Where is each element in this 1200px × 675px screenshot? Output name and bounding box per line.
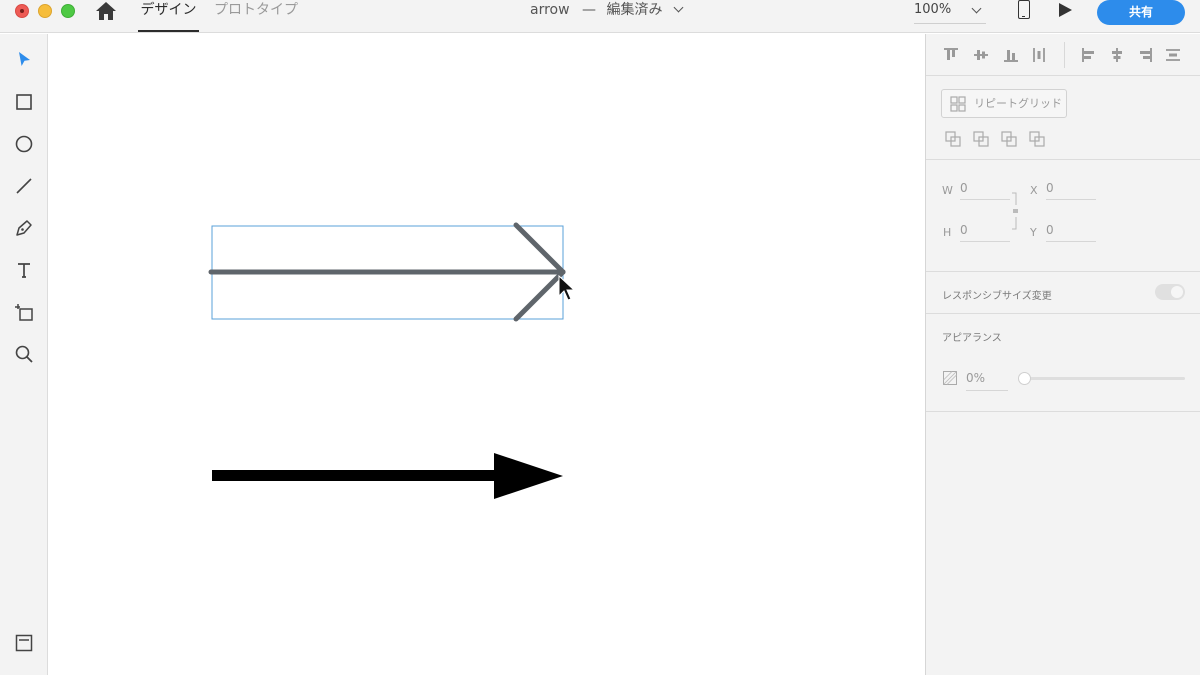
height-input[interactable]: 0 bbox=[960, 220, 1010, 242]
repeat-grid-icon bbox=[950, 96, 966, 112]
window-close-button[interactable] bbox=[15, 4, 29, 18]
boolean-add-icon[interactable] bbox=[944, 130, 962, 148]
home-icon[interactable] bbox=[95, 1, 117, 21]
canvas-artwork bbox=[208, 222, 576, 499]
rectangle-tool[interactable] bbox=[12, 90, 36, 114]
layers-icon bbox=[15, 634, 33, 652]
opacity-slider-thumb[interactable] bbox=[1017, 372, 1031, 385]
lock-aspect-icon[interactable] bbox=[1011, 191, 1019, 231]
responsive-resize-label: レスポンシブサイズ変更 bbox=[942, 291, 1052, 302]
width-label: W bbox=[942, 184, 953, 197]
document-status: 編集済み bbox=[606, 2, 663, 18]
filled-arrow[interactable] bbox=[212, 453, 563, 499]
pen-tool[interactable] bbox=[12, 216, 36, 240]
play-icon[interactable] bbox=[1059, 3, 1072, 17]
align-right-icon[interactable] bbox=[1136, 46, 1154, 64]
text-tool[interactable] bbox=[12, 258, 36, 282]
alignment-section bbox=[926, 34, 1200, 76]
toolbar-divider bbox=[1064, 42, 1065, 68]
x-input[interactable]: 0 bbox=[1046, 178, 1096, 200]
chevron-down-icon bbox=[673, 2, 684, 13]
select-arrow-icon bbox=[19, 52, 30, 66]
artboard-icon bbox=[15, 304, 33, 321]
tool-bar bbox=[0, 34, 48, 675]
chevron-down-icon bbox=[971, 3, 982, 14]
boolean-intersect-icon[interactable] bbox=[1000, 130, 1018, 148]
align-bottom-icon[interactable] bbox=[1002, 46, 1020, 64]
align-center-icon[interactable] bbox=[1108, 46, 1126, 64]
tab-prototype[interactable]: プロトタイプ bbox=[214, 0, 298, 32]
window-minimize-button[interactable] bbox=[38, 4, 52, 18]
repeat-grid-label: リピートグリッド bbox=[974, 97, 1062, 110]
rectangle-icon bbox=[16, 94, 32, 110]
appearance-label: アピアランス bbox=[942, 333, 1002, 344]
line-tool[interactable] bbox=[12, 174, 36, 198]
opacity-input[interactable]: 0% bbox=[966, 367, 1008, 391]
title-bar: デザイン プロトタイプ arrow — 編集済み 100% 共有 bbox=[0, 0, 1200, 33]
repeat-grid-button[interactable]: リピートグリッド bbox=[941, 89, 1067, 118]
magnifier-icon bbox=[15, 345, 33, 363]
opacity-slider[interactable] bbox=[1024, 377, 1185, 380]
y-input[interactable]: 0 bbox=[1046, 220, 1096, 242]
stroke-arrow[interactable] bbox=[208, 222, 566, 322]
boolean-subtract-icon[interactable] bbox=[972, 130, 990, 148]
y-label: Y bbox=[1030, 226, 1037, 239]
align-left-icon[interactable] bbox=[1080, 46, 1098, 64]
pen-icon bbox=[16, 220, 32, 236]
property-inspector: リピートグリッド W 0 H 0 X 0 Y 0 レスポンシブサイズ変更 アピア… bbox=[925, 34, 1200, 675]
ellipse-icon bbox=[15, 135, 33, 153]
device-preview-icon[interactable] bbox=[1018, 0, 1030, 19]
artboard-tool[interactable] bbox=[12, 300, 36, 324]
document-title-separator: — bbox=[582, 2, 597, 18]
height-label: H bbox=[943, 226, 952, 239]
transform-section bbox=[926, 160, 1200, 272]
zoom-value: 100% bbox=[914, 2, 952, 17]
opacity-icon bbox=[943, 371, 957, 385]
distribute-vertical-icon[interactable] bbox=[1030, 46, 1048, 64]
zoom-dropdown[interactable]: 100% bbox=[914, 0, 986, 24]
x-label: X bbox=[1030, 184, 1038, 197]
zoom-tool[interactable] bbox=[12, 342, 36, 366]
text-icon bbox=[18, 263, 30, 278]
responsive-resize-toggle[interactable] bbox=[1155, 284, 1185, 300]
mouse-cursor-icon bbox=[558, 274, 576, 301]
ellipse-tool[interactable] bbox=[12, 132, 36, 156]
tab-design[interactable]: デザイン bbox=[138, 0, 199, 32]
select-tool[interactable] bbox=[12, 48, 36, 72]
boolean-exclude-icon[interactable] bbox=[1028, 130, 1046, 148]
window-zoom-button[interactable] bbox=[61, 4, 75, 18]
design-canvas[interactable] bbox=[49, 34, 925, 675]
document-title-menu[interactable]: arrow — 編集済み bbox=[530, 0, 684, 20]
line-icon bbox=[16, 178, 32, 194]
distribute-horizontal-icon[interactable] bbox=[1164, 46, 1182, 64]
width-input[interactable]: 0 bbox=[960, 178, 1010, 200]
document-name: arrow bbox=[530, 2, 570, 18]
align-middle-icon[interactable] bbox=[972, 46, 990, 64]
layers-button[interactable] bbox=[12, 631, 36, 655]
share-button[interactable]: 共有 bbox=[1097, 0, 1185, 25]
align-top-icon[interactable] bbox=[942, 46, 960, 64]
